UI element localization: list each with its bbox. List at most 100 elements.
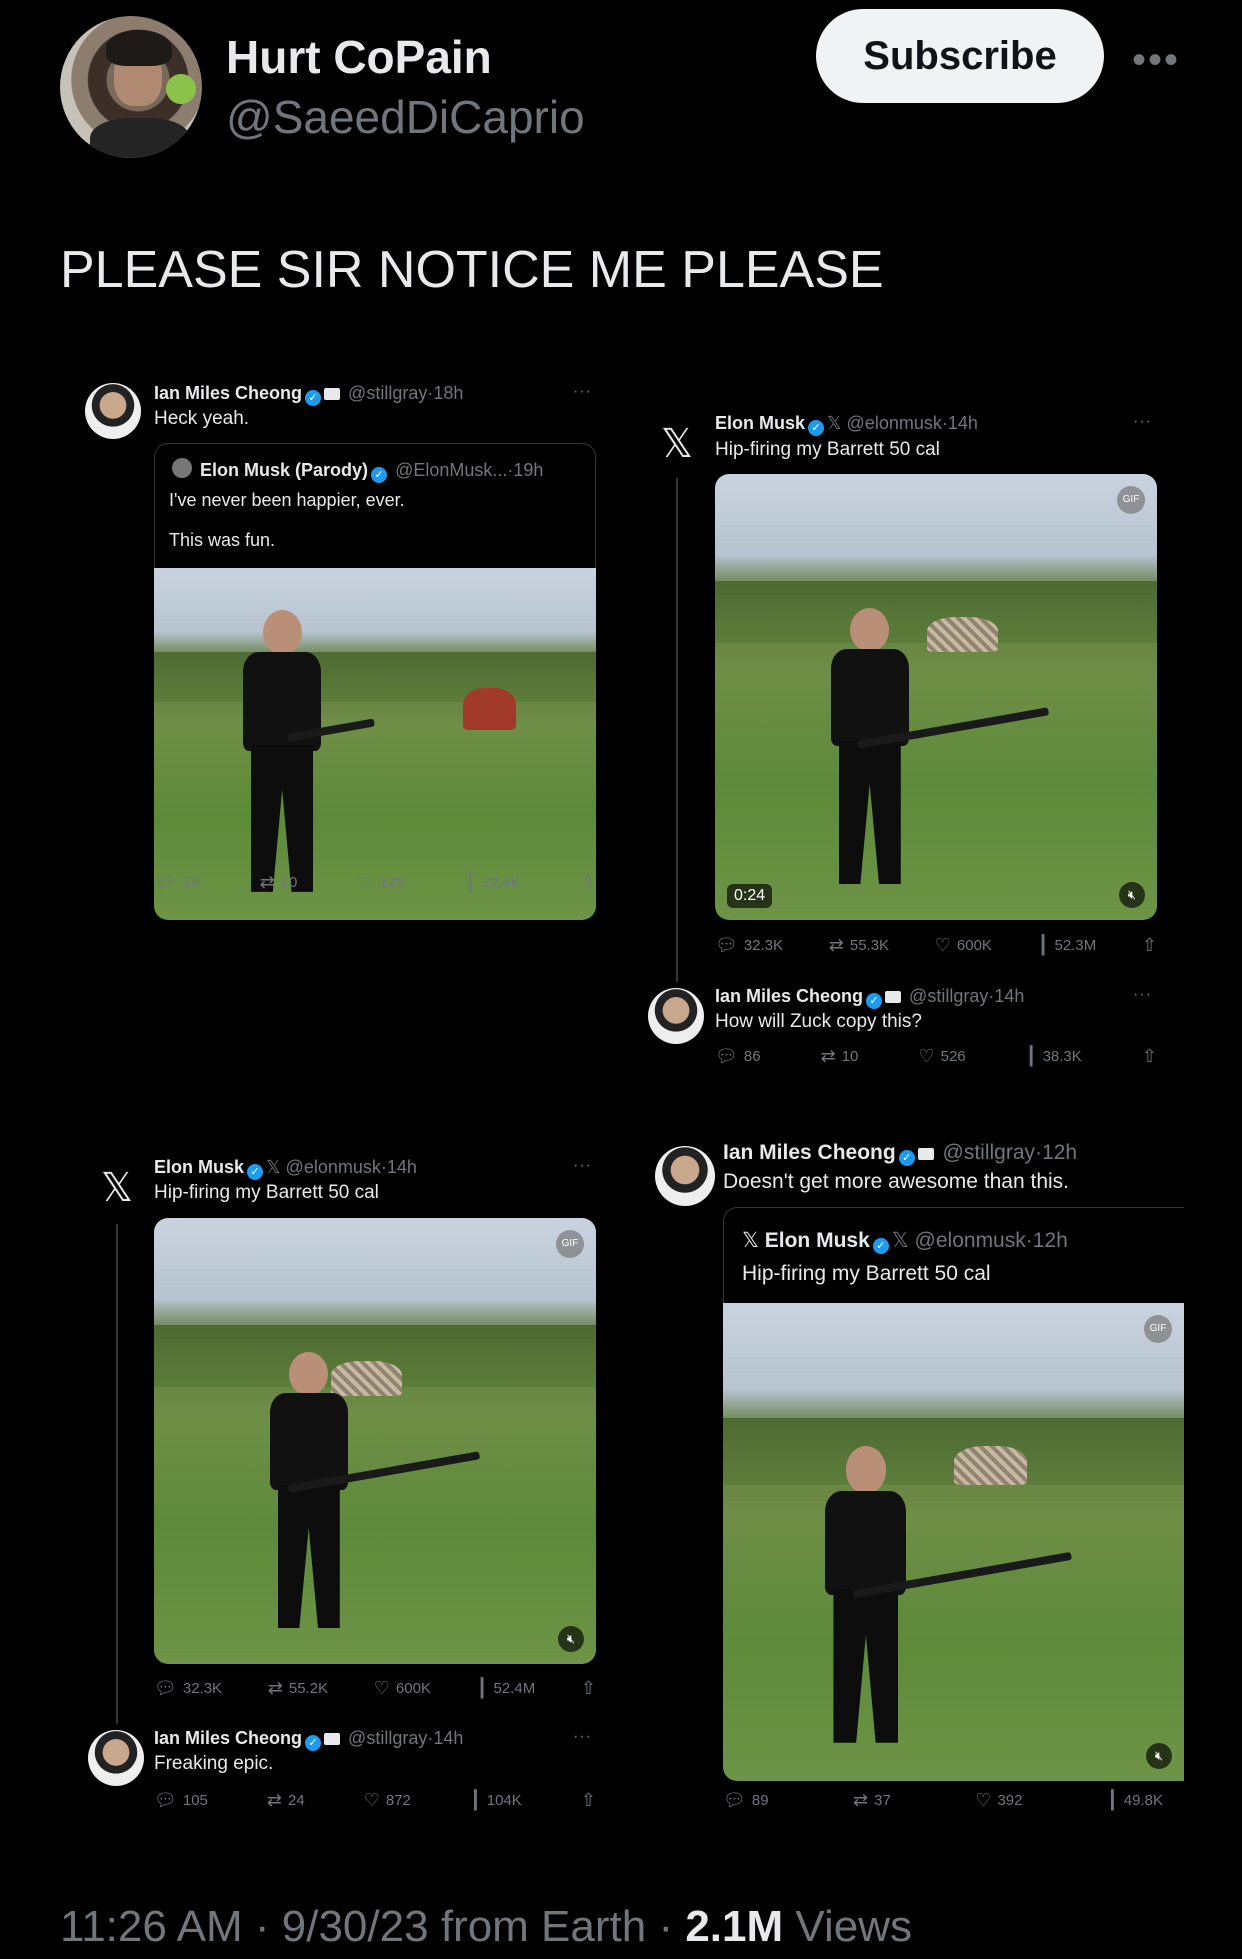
quoted-tweet[interactable]: Elon Musk (Parody) ✓ @ElonMusk...·19h I'v…	[154, 443, 596, 920]
author-name[interactable]: Elon Musk	[715, 413, 805, 433]
author-handle[interactable]: @stillgray	[909, 986, 988, 1006]
timestamp[interactable]: 18h	[433, 383, 463, 403]
author-name[interactable]: Elon Musk	[154, 1157, 244, 1177]
avatar[interactable]	[648, 988, 704, 1044]
tweet-body: Hip-firing my Barrett 50 cal	[715, 439, 940, 460]
post-time[interactable]: 11:26 AM	[60, 1902, 243, 1951]
tweet-meta: Ian Miles Cheong ✓ @stillgray·14h	[154, 1728, 464, 1751]
mute-icon[interactable]: 🔇︎	[1146, 1743, 1172, 1769]
author-handle[interactable]: @stillgray	[348, 383, 427, 403]
author-name[interactable]: Ian Miles Cheong	[723, 1141, 896, 1164]
views-button[interactable]: ┃ 49.8K	[1107, 1790, 1163, 1811]
thread-line	[116, 1224, 118, 1724]
reply-button[interactable]: 💬︎ 32.3K	[154, 1678, 222, 1699]
tweet-video[interactable]: GIF 0:24 🔇︎	[715, 474, 1157, 920]
share-button[interactable]: ⇧	[581, 872, 596, 893]
quoted-tweet[interactable]: 𝕏 Elon Musk ✓ 𝕏 @elonmusk·12h Hip-firing m…	[723, 1207, 1184, 1781]
author-handle[interactable]: @elonmusk	[847, 413, 942, 433]
reply-button[interactable]: 💬︎ 32.3K	[715, 935, 783, 956]
reply-button[interactable]: 💬︎ 105	[154, 1790, 208, 1811]
repost-button[interactable]: ⇄ 10	[260, 872, 298, 893]
tweet-video[interactable]: GIF 🔇︎	[723, 1303, 1184, 1781]
timestamp[interactable]: 14h	[387, 1157, 417, 1177]
author-name[interactable]: Hurt CoPain	[226, 30, 492, 84]
quote-time: 19h	[513, 460, 544, 480]
timestamp[interactable]: 14h	[994, 986, 1024, 1006]
quote-text-line: This was fun.	[169, 530, 276, 550]
share-icon: ⇧	[580, 1790, 596, 1810]
verified-icon: ✓	[371, 467, 388, 483]
share-button[interactable]: ⇧	[581, 1790, 596, 1811]
author-name[interactable]: Ian Miles Cheong	[154, 383, 302, 403]
timestamp[interactable]: 14h	[433, 1728, 463, 1748]
more-horizontal-icon[interactable]: •••	[1132, 38, 1180, 83]
timestamp[interactable]: 12h	[1042, 1141, 1077, 1164]
views-button[interactable]: ┃ 22.4K	[465, 872, 521, 893]
x-badge-icon: 𝕏	[891, 1229, 909, 1252]
author-handle[interactable]: @elonmusk	[286, 1157, 381, 1177]
mute-icon[interactable]: 🔇︎	[1119, 882, 1145, 908]
like-button[interactable]: ♡ 526	[918, 1046, 965, 1067]
avatar[interactable]	[88, 1730, 144, 1786]
x-logo-icon: 𝕏	[660, 422, 694, 466]
tweet-actions: 💬︎ 105 ⇄ 24 ♡ 872 ┃ 104K ⇧	[154, 1790, 596, 1811]
reply-button[interactable]: 💬︎ 89	[723, 1790, 769, 1811]
views-button[interactable]: ┃ 104K	[470, 1790, 522, 1811]
mute-icon[interactable]: 🔇︎	[558, 1626, 584, 1652]
author-handle[interactable]: @stillgray	[348, 1728, 427, 1748]
author-handle[interactable]: @stillgray	[943, 1141, 1036, 1164]
views-button[interactable]: ┃ 52.3M	[1038, 935, 1097, 956]
tweet-meta: Elon Musk ✓ 𝕏 @elonmusk·14h	[154, 1157, 417, 1180]
share-button[interactable]: ⇧	[581, 1678, 596, 1699]
more-icon[interactable]: ···	[1133, 413, 1152, 431]
avatar[interactable]	[655, 1146, 715, 1206]
author-avatar[interactable]	[60, 16, 202, 158]
like-button[interactable]: ♡ 600K	[935, 935, 992, 956]
quote-meta: Elon Musk (Parody) ✓ @ElonMusk...·19h	[169, 458, 543, 483]
tweet-video[interactable]: GIF 🔇︎	[154, 1218, 596, 1664]
like-button[interactable]: ♡ 600K	[374, 1678, 431, 1699]
more-icon[interactable]: ···	[573, 1157, 592, 1175]
verified-icon: ✓	[872, 1238, 889, 1254]
views-button[interactable]: ┃ 38.3K	[1026, 1046, 1082, 1067]
reply-icon: 💬︎	[154, 1678, 177, 1698]
quote-handle: @elonmusk	[914, 1229, 1026, 1252]
repost-button[interactable]: ⇄ 24	[267, 1790, 305, 1811]
reply-icon: 💬︎	[154, 1790, 177, 1810]
post-date[interactable]: 9/30/23	[282, 1902, 429, 1951]
avatar[interactable]	[85, 383, 141, 439]
subscribe-button[interactable]: Subscribe	[816, 9, 1104, 103]
x-badge-icon: 𝕏	[827, 413, 842, 433]
tweet-photo[interactable]	[154, 568, 596, 920]
repost-button[interactable]: ⇄ 10	[821, 1046, 859, 1067]
tweet-body: Freaking epic.	[154, 1753, 274, 1774]
share-button[interactable]: ⇧	[1142, 935, 1157, 956]
tweet-actions: 💬︎ 28 ⇄ 10 ♡ 129 ┃ 22.4K ⇧	[154, 872, 596, 893]
more-icon[interactable]: ···	[1133, 986, 1152, 1004]
gif-badge-icon: GIF	[556, 1230, 584, 1258]
author-name[interactable]: Ian Miles Cheong	[715, 986, 863, 1006]
x-badge-icon: 𝕏	[266, 1157, 281, 1177]
video-timer: 0:24	[727, 884, 773, 908]
more-icon[interactable]: ···	[573, 1728, 592, 1746]
affiliate-badge-icon	[324, 388, 341, 400]
reply-icon: 💬︎	[715, 935, 738, 955]
more-icon[interactable]: ···	[573, 383, 592, 401]
repost-button[interactable]: ⇄ 55.2K	[268, 1678, 328, 1699]
reply-button[interactable]: 💬︎ 28	[154, 872, 200, 893]
like-button[interactable]: ♡ 129	[357, 872, 404, 893]
author-handle[interactable]: @SaeedDiCaprio	[226, 90, 585, 144]
share-button[interactable]: ⇧	[1142, 1046, 1157, 1067]
views-button[interactable]: ┃ 52.4M	[477, 1678, 536, 1699]
like-button[interactable]: ♡ 392	[975, 1790, 1022, 1811]
reply-button[interactable]: 💬︎ 86	[715, 1046, 761, 1067]
gif-badge-icon: GIF	[1144, 1315, 1172, 1343]
timestamp[interactable]: 14h	[948, 413, 978, 433]
repost-button[interactable]: ⇄ 55.3K	[829, 935, 889, 956]
heart-icon: ♡	[373, 1678, 390, 1698]
author-name[interactable]: Ian Miles Cheong	[154, 1728, 302, 1748]
like-button[interactable]: ♡ 872	[364, 1790, 411, 1811]
gif-badge-icon: GIF	[1117, 486, 1145, 514]
repost-button[interactable]: ⇄ 37	[853, 1790, 891, 1811]
attached-image-collage[interactable]: Ian Miles Cheong ✓ @stillgray·18h ··· Hec…	[60, 360, 1184, 1810]
